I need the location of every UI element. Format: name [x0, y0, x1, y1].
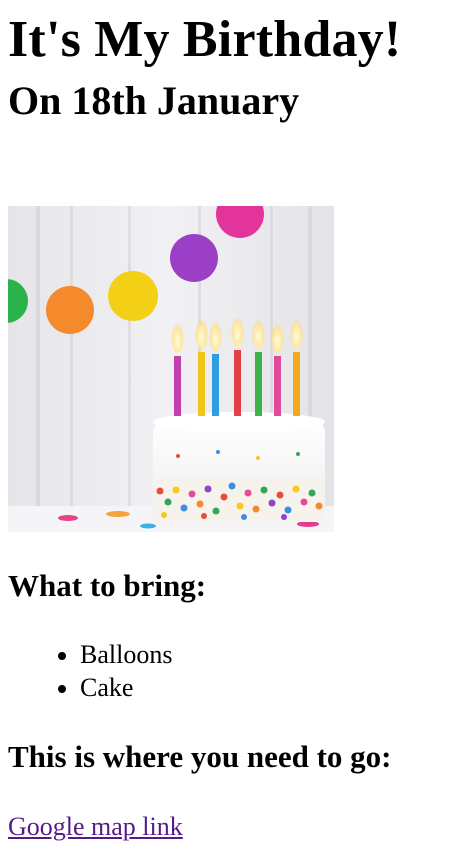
list-item: Cake — [80, 671, 172, 704]
google-map-link[interactable]: Google map link — [8, 810, 183, 843]
list-item: Balloons — [80, 638, 172, 671]
cake-illustration — [8, 206, 334, 532]
birthday-cake-image — [8, 206, 334, 532]
what-to-bring-heading: What to bring: — [8, 568, 207, 603]
page-content: It's My Birthday! On 18th January What t… — [0, 10, 453, 841]
page-subtitle: On 18th January — [8, 78, 300, 123]
location-heading: This is where you need to go: — [8, 739, 392, 774]
page-title: It's My Birthday! — [8, 11, 402, 68]
bring-list: Balloons Cake — [40, 638, 172, 704]
